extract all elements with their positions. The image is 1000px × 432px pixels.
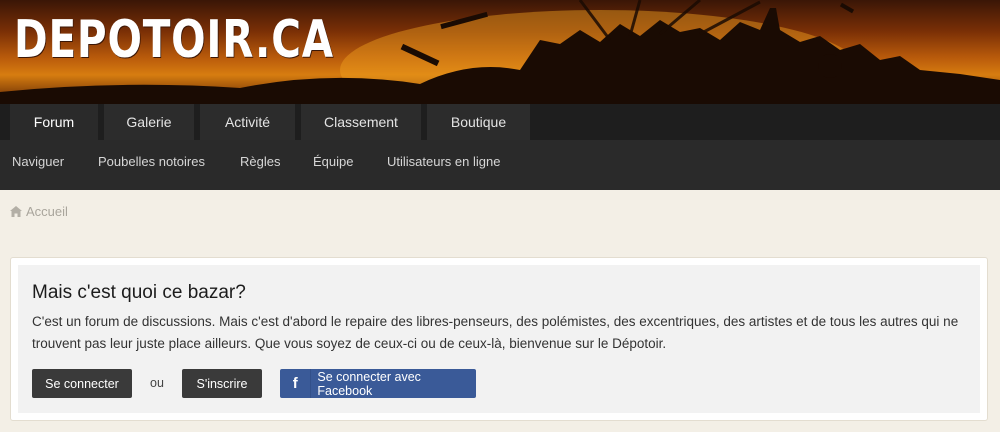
subnav-item-poubelles-notoires[interactable]: Poubelles notoires	[98, 140, 205, 182]
header-banner: DEPOTOIR.CA	[0, 0, 1000, 104]
site-logo[interactable]: DEPOTOIR.CA	[14, 14, 334, 66]
subnav-item-utilisateurs-en-ligne[interactable]: Utilisateurs en ligne	[387, 140, 500, 182]
login-button[interactable]: Se connecter	[32, 369, 132, 398]
home-icon	[10, 206, 22, 217]
tab-forum[interactable]: Forum	[10, 104, 98, 140]
subnav-item-regles[interactable]: Règles	[240, 140, 280, 182]
tab-boutique[interactable]: Boutique	[427, 104, 530, 140]
intro-title: Mais c'est quoi ce bazar?	[32, 282, 246, 303]
tab-activite[interactable]: Activité	[200, 104, 295, 140]
or-separator: ou	[150, 376, 164, 390]
intro-description: C'est un forum de discussions. Mais c'es…	[32, 314, 959, 351]
breadcrumb-home-link[interactable]: Accueil	[26, 204, 68, 219]
subnav-item-naviguer[interactable]: Naviguer	[12, 140, 64, 182]
register-button[interactable]: S'inscrire	[182, 369, 262, 398]
tab-galerie[interactable]: Galerie	[104, 104, 194, 140]
facebook-login-button[interactable]: f Se connecter avec Facebook	[280, 369, 476, 398]
main-nav: Forum Galerie Activité Classement Boutiq…	[0, 104, 1000, 140]
facebook-login-label: Se connecter avec Facebook	[317, 369, 421, 398]
facebook-icon: f	[280, 369, 312, 398]
sub-nav: Naviguer Poubelles notoires Règles Équip…	[0, 140, 1000, 190]
breadcrumb: Accueil	[10, 204, 68, 219]
tab-classement[interactable]: Classement	[301, 104, 421, 140]
subnav-item-equipe[interactable]: Équipe	[313, 140, 353, 182]
